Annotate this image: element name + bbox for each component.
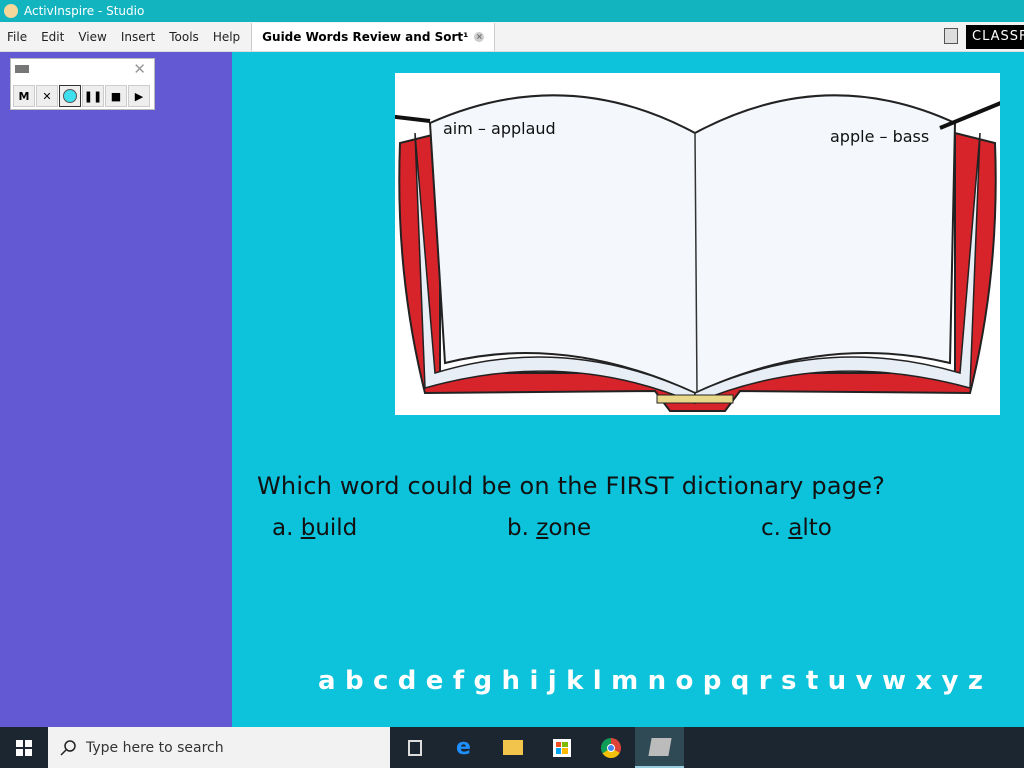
tab-close-icon[interactable]: ×: [474, 31, 485, 42]
menu-bar: File Edit View Insert Tools Help Guide W…: [0, 22, 1024, 52]
menu-insert[interactable]: Insert: [114, 30, 162, 44]
answer-rest: uild: [315, 515, 358, 541]
answer-rest: one: [548, 515, 592, 541]
answer-letter: b.: [507, 515, 529, 541]
alphabet-strip: abcdefghijklmnopqrstuvwxyz: [318, 666, 993, 696]
activinspire-taskbar-icon[interactable]: [635, 727, 684, 768]
answer-first-letter: z: [536, 515, 549, 541]
menu-help[interactable]: Help: [206, 30, 247, 44]
activinspire-logo-icon: [4, 4, 18, 18]
title-bar: ActivInspire - Studio: [0, 0, 1024, 22]
answer-a[interactable]: a. build: [272, 515, 357, 541]
answer-rest: lto: [802, 515, 832, 541]
menu-edit[interactable]: Edit: [34, 30, 71, 44]
mute-button[interactable]: M: [13, 85, 35, 107]
file-explorer-icon[interactable]: [488, 727, 537, 768]
stop-button[interactable]: ■: [105, 85, 127, 107]
answer-b[interactable]: b. zone: [507, 515, 591, 541]
recorder-toolbar: ✕ M ✕ ❚❚ ■ ▶: [10, 58, 155, 110]
record-button[interactable]: [59, 85, 81, 107]
search-placeholder: Type here to search: [86, 739, 224, 756]
edge-icon[interactable]: e: [439, 727, 488, 768]
cancel-button[interactable]: ✕: [36, 85, 58, 107]
window-title: ActivInspire - Studio: [24, 4, 145, 18]
right-guide-words: apple – bass: [830, 127, 930, 146]
menu-view[interactable]: View: [71, 30, 113, 44]
page-view-icon[interactable]: [944, 28, 958, 44]
start-button[interactable]: [0, 727, 48, 768]
taskbar: Type here to search e: [0, 727, 1024, 768]
chrome-icon[interactable]: [586, 727, 635, 768]
tab-flipchart[interactable]: Guide Words Review and Sort¹ ×: [251, 22, 496, 51]
left-guide-words: aim – applaud: [443, 119, 556, 138]
open-book-image: aim – applaud apple – bass: [319, 73, 1024, 415]
answer-letter: a.: [272, 515, 294, 541]
answer-first-letter: b: [300, 515, 316, 541]
close-icon[interactable]: ✕: [133, 60, 146, 78]
pause-button[interactable]: ❚❚: [82, 85, 104, 107]
task-view-icon[interactable]: [390, 727, 439, 768]
answer-first-letter: a: [788, 515, 803, 541]
menu-file[interactable]: File: [0, 30, 34, 44]
menu-tools[interactable]: Tools: [162, 30, 206, 44]
tab-label: Guide Words Review and Sort¹: [262, 29, 469, 44]
search-icon: [60, 739, 76, 756]
classflow-button[interactable]: CLASSF: [966, 25, 1024, 49]
video-camera-icon: [15, 65, 29, 73]
store-icon[interactable]: [537, 727, 586, 768]
record-icon: [63, 89, 77, 103]
answer-c[interactable]: c. alto: [761, 515, 832, 541]
question-text: Which word could be on the FIRST diction…: [257, 472, 886, 500]
play-button[interactable]: ▶: [128, 85, 150, 107]
answer-letter: c.: [761, 515, 781, 541]
sidebar-panel: [0, 52, 232, 727]
taskbar-search-input[interactable]: Type here to search: [48, 727, 390, 768]
windows-icon: [16, 739, 32, 756]
